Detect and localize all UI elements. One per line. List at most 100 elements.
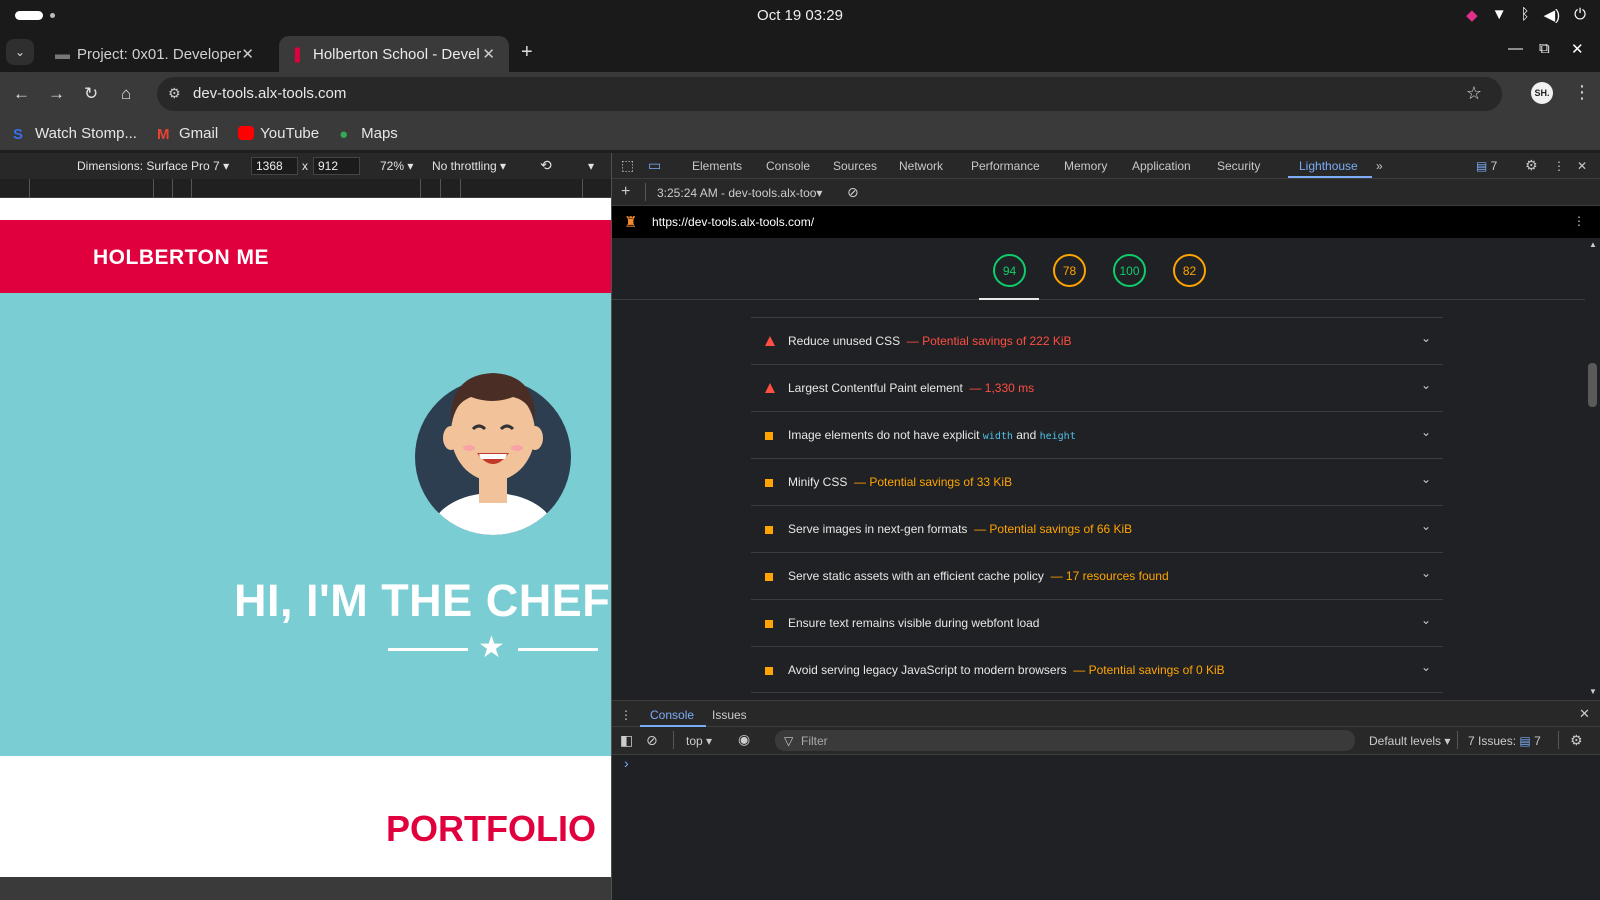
issues-button[interactable]: 7 Issues: ▤ 7 [1468,734,1541,748]
tab-memory[interactable]: Memory [1064,159,1107,173]
audit-row[interactable]: Reduce unused CSS — Potential savings of… [751,317,1443,364]
clear-reports-icon[interactable]: ⊘ [847,184,859,201]
score-gauge[interactable]: 94 [993,254,1026,287]
audit-title: Reduce unused CSS [788,334,901,348]
chevron-down-icon[interactable]: ⌄ [1421,472,1431,486]
audit-row[interactable]: Largest Contentful Paint element — 1,330… [751,364,1443,411]
drawer-tab-issues[interactable]: Issues [712,708,747,722]
site-brand[interactable]: HOLBERTON ME [93,246,269,270]
report-url[interactable]: https://dev-tools.alx-tools.com/ [652,215,814,229]
chevron-down-icon[interactable]: ⌄ [1421,519,1431,533]
more-options-icon[interactable]: ▾ [588,159,594,173]
media-query-ruler[interactable] [0,179,611,198]
audits-scrollbar[interactable]: ▲ ▼ [1585,238,1600,699]
browser-menu-icon[interactable]: ⋮ [1573,82,1591,103]
device-toggle-icon[interactable]: ▭ [648,157,661,174]
console-settings-icon[interactable]: ⚙ [1570,732,1583,749]
device-height-input[interactable] [313,157,360,175]
bookmark-star-icon[interactable]: ☆ [1466,83,1482,104]
drawer-tab-console[interactable]: Console [650,708,694,722]
profile-avatar[interactable]: SH. [1531,82,1553,104]
tab-performance[interactable]: Performance [971,159,1040,173]
audit-row[interactable]: Minify CSS — Potential savings of 33 KiB… [751,458,1443,505]
tab-lighthouse[interactable]: Lighthouse [1299,159,1358,173]
chevron-down-icon[interactable]: ⌄ [1421,566,1431,580]
bookmark-youtube[interactable]: YouTube [238,125,319,142]
close-icon[interactable]: ✕ [482,45,495,63]
score-gauge[interactable]: 82 [1173,254,1206,287]
zoom-dropdown[interactable]: 72% ▾ [380,159,413,173]
new-tab-button[interactable]: + [521,41,533,64]
chevron-down-icon[interactable]: ⌄ [1421,378,1431,392]
back-icon[interactable]: ← [13,84,30,104]
app-icon[interactable]: ◆ [1466,6,1478,24]
sidebar-toggle-icon[interactable]: ◧ [620,732,633,749]
system-clock[interactable]: Oct 19 03:29 [0,7,1600,24]
tab-application[interactable]: Application [1132,159,1191,173]
report-menu-icon[interactable]: ⋮ [1573,214,1585,228]
system-tray[interactable]: ◆ ▼ ᛒ ◀) ⏻ [1466,6,1586,24]
audit-row[interactable]: Image elements do not have explicit widt… [751,411,1443,458]
tab-network[interactable]: Network [899,159,943,173]
minimize-icon[interactable]: — [1508,40,1523,57]
devtools-menu-icon[interactable]: ⋮ [1553,159,1565,173]
scroll-up-icon[interactable]: ▲ [1589,240,1597,249]
drawer-menu-icon[interactable]: ⋮ [620,708,632,722]
emulated-page[interactable]: HOLBERTON ME HI, I'M THE CHEF ★ PORTFOLI… [0,198,611,877]
warn-square-icon [765,432,773,440]
audit-title: Serve images in next-gen formats [788,522,968,536]
chevron-down-icon[interactable]: ⌄ [1421,331,1431,345]
devtools-close-icon[interactable]: ✕ [1577,159,1587,173]
audit-row[interactable]: Avoid serving legacy JavaScript to moder… [751,646,1443,693]
audit-detail: — Potential savings of 66 KiB [974,522,1133,536]
close-icon[interactable]: ✕ [241,45,254,63]
console-output[interactable]: › [612,755,1600,900]
tab-elements[interactable]: Elements [692,159,742,173]
url-text[interactable]: dev-tools.alx-tools.com [193,85,346,102]
bookmark-gmail[interactable]: M Gmail [157,125,218,144]
report-selector[interactable]: 3:25:24 AM - dev-tools.alx-too▾ [657,186,822,200]
bookmark-maps[interactable]: ● Maps [339,125,398,144]
chevron-down-icon[interactable]: ⌄ [1421,660,1431,674]
tab-sources[interactable]: Sources [833,159,877,173]
clear-console-icon[interactable]: ⊘ [646,732,658,749]
score-gauge[interactable]: 78 [1053,254,1086,287]
rotate-icon[interactable]: ⟲ [540,157,552,174]
drawer-close-icon[interactable]: ✕ [1579,706,1590,722]
tab-search-button[interactable]: ⌄ [6,39,34,65]
restore-icon[interactable]: ⧉ [1539,40,1550,57]
audit-row[interactable]: Serve static assets with an efficient ca… [751,552,1443,599]
scrollbar-thumb[interactable] [1588,363,1597,407]
tab-security[interactable]: Security [1217,159,1260,173]
console-filter-input[interactable]: ▽ Filter [775,730,1355,751]
issues-badge[interactable]: ▤ 7 [1476,159,1497,173]
tab-holberton[interactable]: ❚ Holberton School - Devel ✕ [279,36,509,72]
context-selector[interactable]: top ▾ [686,734,712,748]
window-close-icon[interactable]: ✕ [1571,40,1584,58]
tab-project[interactable]: ▬ Project: 0x01. Developer ✕ [43,36,268,72]
log-levels-dropdown[interactable]: Default levels ▾ [1369,734,1450,748]
audit-row[interactable]: Serve images in next-gen formats — Poten… [751,505,1443,552]
console-prompt[interactable]: › [624,755,629,771]
forward-icon[interactable]: → [48,84,65,104]
home-icon[interactable]: ⌂ [121,84,131,104]
site-info-icon[interactable]: ⚙ [168,85,181,102]
score-gauge[interactable]: 100 [1113,254,1146,287]
tab-console[interactable]: Console [766,159,810,173]
more-tabs-icon[interactable]: » [1376,159,1383,173]
dimensions-dropdown[interactable]: Dimensions: Surface Pro 7 ▾ [77,159,229,173]
reload-icon[interactable]: ↻ [84,84,98,104]
chevron-down-icon[interactable]: ⌄ [1421,613,1431,627]
bookmark-stomp[interactable]: S Watch Stomp... [13,125,137,144]
chevron-down-icon[interactable]: ⌄ [1421,425,1431,439]
address-bar[interactable]: ⚙ dev-tools.alx-tools.com ☆ [157,77,1502,111]
audit-row[interactable]: Ensure text remains visible during webfo… [751,599,1443,646]
new-report-icon[interactable]: + [621,183,630,201]
throttling-dropdown[interactable]: No throttling ▾ [432,159,506,173]
device-width-input[interactable] [251,157,298,175]
inspect-element-icon[interactable]: ⬚ [621,157,634,174]
settings-gear-icon[interactable]: ⚙ [1525,157,1538,174]
live-expression-eye-icon[interactable]: ◉ [738,731,750,748]
tab-title: Holberton School - Devel [313,45,480,63]
scroll-down-icon[interactable]: ▼ [1589,687,1597,696]
